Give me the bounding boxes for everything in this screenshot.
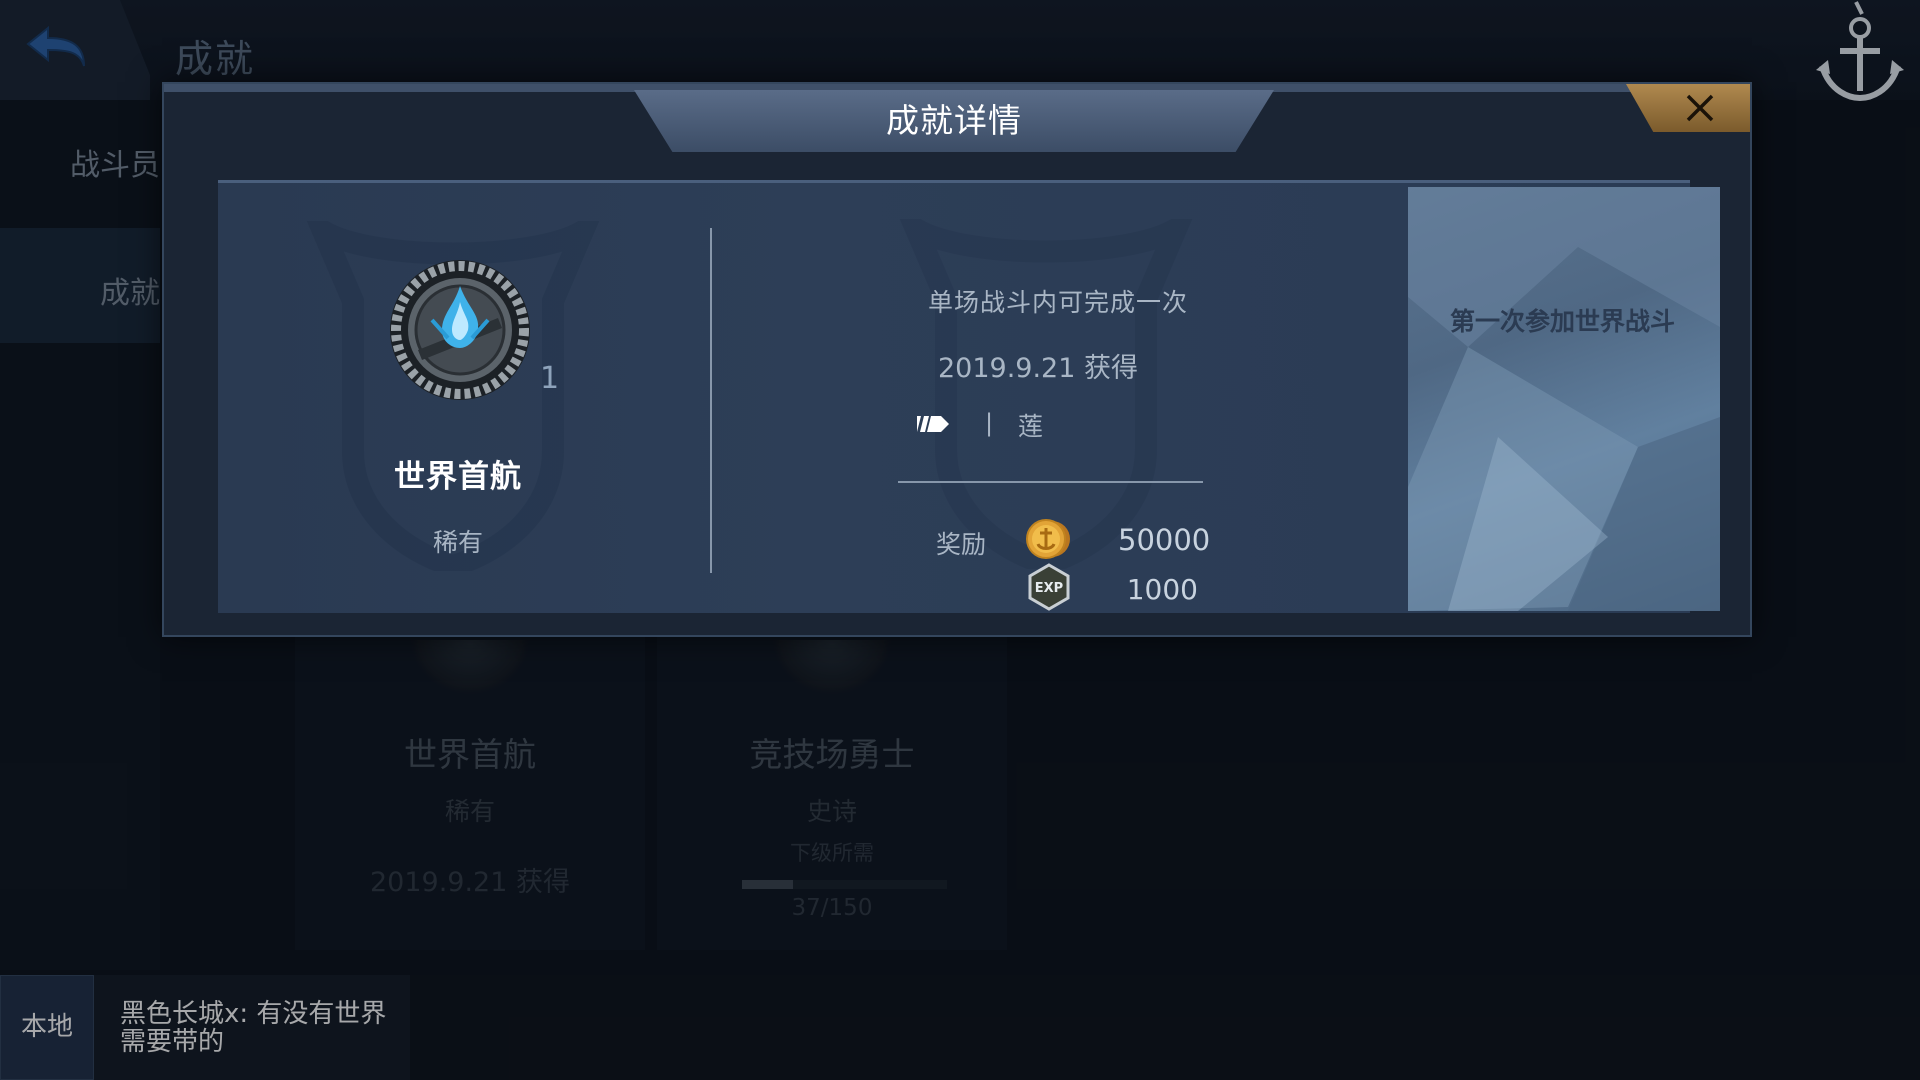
svg-text:EXP: EXP [1035,581,1063,596]
reward-coin-value: 50000 [1118,523,1211,557]
gold-coin-icon [1026,519,1070,559]
achievement-description-card: 第一次参加世界战斗 [1408,187,1720,611]
achievement-detail-modal: 成就详情 1 世界首航 稀有 单场战斗内可完成一次 2019.9.21 获得 |… [162,82,1752,637]
achievement-rarity: 稀有 [432,528,483,557]
medal-level: 1 [540,361,560,396]
close-icon[interactable] [1682,90,1718,126]
tag-separator: | [985,409,994,437]
modal-title: 成就详情 [886,101,1022,140]
achievement-description: 第一次参加世界战斗 [1450,307,1676,336]
horizontal-divider [898,481,1203,483]
achievement-date: 2019.9.21 获得 [938,353,1138,384]
description-background [1408,187,1720,611]
achievement-medal-icon [390,260,530,400]
reward-exp-value: 1000 [1126,573,1198,606]
achievement-detail-panel: 1 世界首航 稀有 单场战斗内可完成一次 2019.9.21 获得 | 莲 奖励… [218,180,1720,613]
achievement-name: 世界首航 [394,459,522,495]
tag-name: 莲 [1018,412,1044,441]
exp-icon: EXP [1028,563,1070,611]
vertical-divider [710,228,712,573]
achievement-condition: 单场战斗内可完成一次 [927,288,1188,317]
tag-flag-icon [917,416,949,432]
reward-label: 奖励 [936,530,987,559]
